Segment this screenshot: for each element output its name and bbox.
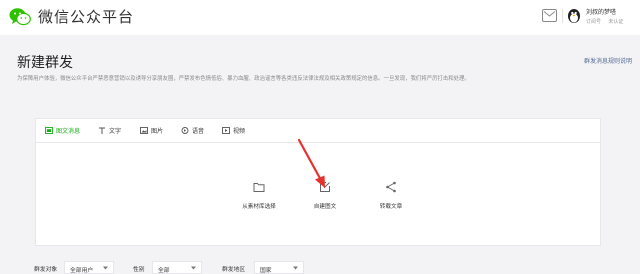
voice-icon <box>181 127 189 134</box>
folder-icon <box>253 183 265 192</box>
mail-icon <box>543 11 556 17</box>
action-label: 转载文章 <box>379 204 403 210</box>
region-label: 群发地区 <box>222 267 246 273</box>
select-from-library-button[interactable]: 从素材库选择 <box>231 181 287 210</box>
region-select[interactable]: 国家 <box>254 261 304 274</box>
app-title: 微信公众平台 <box>38 9 135 26</box>
tab-image[interactable]: 图片 <box>140 126 163 135</box>
policy-notice: 为保障用户体验，微信公众平台严禁恶意营销以及诱导分享朋友圈，严禁发布色情低俗、暴… <box>17 76 470 82</box>
tab-label: 图文消息 <box>56 129 81 135</box>
image-icon <box>140 127 148 134</box>
select-value: 全部用户 <box>70 268 94 274</box>
chevron-down-icon <box>293 266 298 270</box>
page-title: 新建群发 <box>17 54 73 70</box>
tab-label: 图片 <box>151 129 164 135</box>
account-type: 订阅号 <box>586 19 602 25</box>
brand[interactable]: 微信公众平台 <box>9 6 134 27</box>
tab-label: 视频 <box>233 129 246 135</box>
action-label: 从素材库选择 <box>242 204 276 210</box>
video-icon <box>222 127 230 134</box>
tab-label: 文字 <box>109 129 122 135</box>
tab-news[interactable]: 图文消息 <box>45 126 80 135</box>
news-icon <box>45 127 53 134</box>
annotation-arrow-icon <box>297 138 325 188</box>
select-value: 国家 <box>260 268 272 274</box>
header-divider <box>562 9 563 23</box>
user-name[interactable]: 刘叔的梦嗒 <box>586 7 616 16</box>
tab-voice[interactable]: 语音 <box>181 126 204 135</box>
share-icon <box>386 181 396 193</box>
verification-status: 未认证 <box>608 19 624 25</box>
wechat-logo-icon <box>9 7 31 25</box>
gender-label: 性别 <box>133 267 145 273</box>
penguin-avatar-icon <box>568 9 580 23</box>
top-header: 微信公众平台 刘叔的梦嗒 订阅号 未认证 <box>0 0 640 35</box>
mail-button[interactable] <box>542 9 557 22</box>
chevron-down-icon <box>191 266 196 270</box>
rules-link[interactable]: 群发消息规则说明 <box>584 56 632 65</box>
repost-article-button[interactable]: 转载文章 <box>363 181 419 210</box>
action-label: 自建图文 <box>313 204 337 210</box>
audience-select[interactable]: 全部用户 <box>64 261 114 274</box>
gender-select[interactable]: 全部 <box>152 261 202 274</box>
tab-text[interactable]: 文字 <box>98 126 121 135</box>
user-meta: 订阅号 未认证 <box>586 18 623 25</box>
audience-label: 群发对象 <box>34 267 58 273</box>
chevron-down-icon <box>103 266 108 270</box>
select-value: 全部 <box>158 268 170 274</box>
tab-label: 语音 <box>192 129 205 135</box>
avatar[interactable] <box>566 7 582 23</box>
text-icon <box>99 127 105 134</box>
tab-video[interactable]: 视频 <box>222 126 245 135</box>
